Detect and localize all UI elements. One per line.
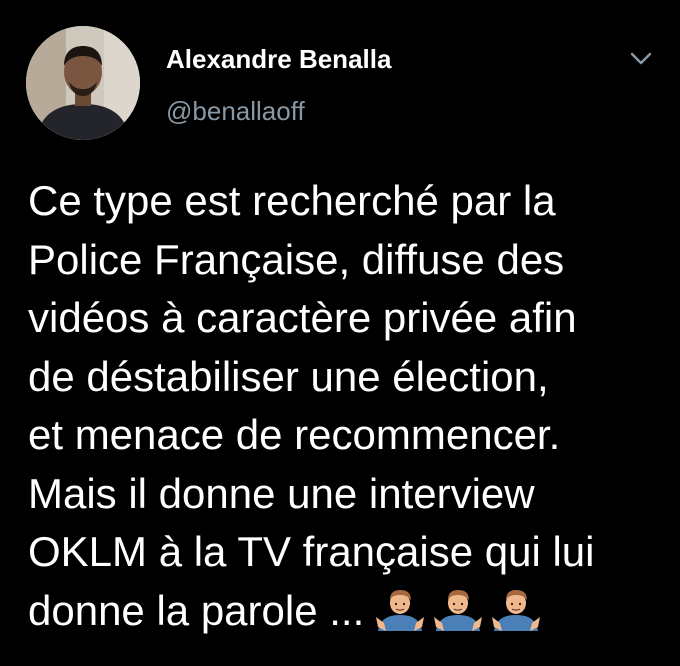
tweet-text-line: et menace de recommencer.: [28, 411, 561, 458]
tweet-text-line: de déstabiliser une élection,: [28, 352, 549, 400]
person-shrugging-emoji: [492, 590, 541, 632]
tweet-text-line: Mais il donne une interview: [28, 469, 535, 517]
tweet-text: Ce type est recherché par la Police Fran…: [28, 172, 668, 643]
person-shrugging-emoji: [434, 590, 483, 632]
emoji-row: [374, 584, 548, 643]
tweet-text-line: OKLM à la TV française qui lui: [28, 528, 595, 575]
avatar-photo: [26, 26, 140, 140]
tweet-card: Alexandre Benalla @benallaoff Ce type es…: [0, 0, 680, 666]
chevron-down-icon[interactable]: [626, 44, 656, 74]
tweet-text-line: donne la parole ...: [28, 586, 365, 634]
display-name[interactable]: Alexandre Benalla: [166, 44, 391, 75]
tweet-text-line: Police Française, diffuse des: [28, 235, 565, 283]
tweet-text-line-last: donne la parole ...: [28, 582, 668, 643]
person-shrugging-emoji: [376, 590, 425, 632]
tweet-text-line: vidéos à caractère privée afin: [28, 294, 577, 341]
avatar[interactable]: [26, 26, 140, 140]
tweet-text-line: Ce type est recherché par la: [28, 177, 556, 224]
user-handle[interactable]: @benallaoff: [166, 96, 305, 127]
